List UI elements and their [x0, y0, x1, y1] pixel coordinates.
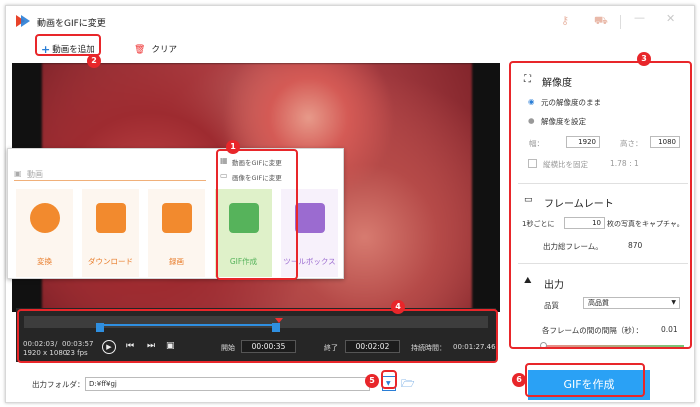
folder-icon[interactable]: 🗁 — [401, 375, 415, 394]
output-folder-input[interactable]: D:¥ff¥gj — [85, 377, 370, 391]
tile-record[interactable]: 録画 — [148, 189, 205, 277]
toolbox-icon — [295, 203, 325, 233]
annotation-box-5 — [381, 370, 397, 389]
title-bar: 動画をGIFに変更 ⚷ ⛟ — ✕ — [6, 6, 694, 36]
annotation-box-2 — [35, 34, 101, 56]
tile-convert-label: 変換 — [37, 257, 52, 266]
output-folder-label: 出力フォルダ： — [32, 380, 85, 389]
annotation-badge: 1 — [226, 140, 240, 154]
annotation-badge: 2 — [87, 54, 101, 68]
annotation-badge: 3 — [637, 52, 651, 66]
popup-header: 動画 — [27, 170, 43, 179]
film-icon: ▣ — [14, 169, 22, 178]
minimize-button[interactable]: — — [634, 11, 645, 24]
tile-record-label: 録画 — [169, 257, 184, 266]
cart-icon[interactable]: ⛟ — [594, 14, 608, 29]
clear-label: クリア — [151, 45, 177, 55]
annotation-badge: 5 — [365, 374, 379, 388]
tile-convert[interactable]: 変換 — [16, 189, 73, 277]
download-icon — [96, 203, 126, 233]
tile-download-label: ダウンロード — [88, 257, 133, 266]
popup-header-line — [14, 180, 206, 181]
clear-button[interactable]: 🗑 クリア — [134, 43, 177, 55]
annotation-box-3 — [509, 61, 692, 349]
annotation-box-1 — [216, 149, 298, 280]
annotation-box-6 — [525, 363, 645, 397]
window-title: 動画をGIFに変更 — [37, 19, 106, 29]
key-icon[interactable]: ⚷ — [561, 14, 569, 27]
annotation-badge: 6 — [512, 373, 526, 387]
record-icon — [162, 203, 192, 233]
convert-icon — [30, 203, 60, 233]
trash-icon: 🗑 — [134, 45, 146, 55]
annotation-badge: 4 — [391, 300, 405, 314]
titlebar-divider — [620, 15, 621, 29]
toolbar: + 動画を追加 🗑 クリア — [6, 37, 694, 63]
tile-download[interactable]: ダウンロード — [82, 189, 139, 277]
close-button[interactable]: ✕ — [666, 12, 675, 25]
annotation-box-4 — [17, 309, 498, 363]
app-logo-icon — [16, 15, 30, 27]
